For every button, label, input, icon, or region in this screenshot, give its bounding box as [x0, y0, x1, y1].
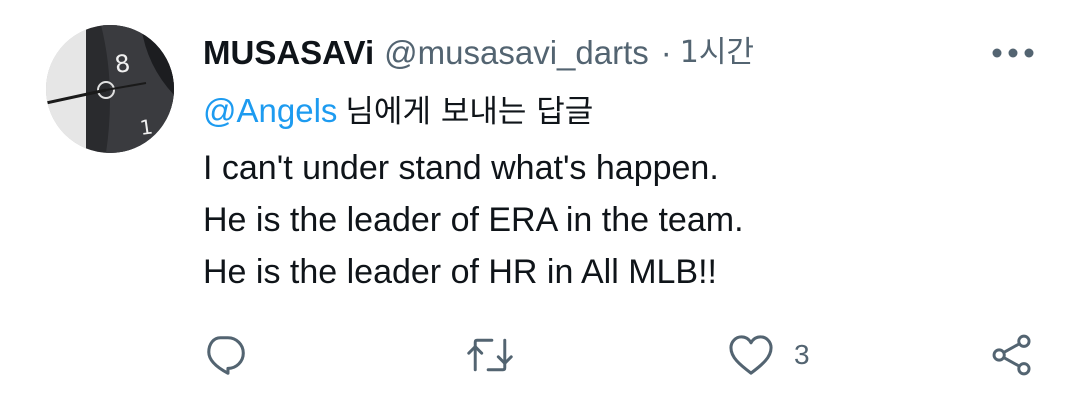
header-separator: · — [660, 34, 672, 71]
tweet-text-line: He is the leader of ERA in the team. — [203, 201, 744, 239]
like-count: 3 — [794, 339, 810, 370]
tweet-text-line: I can't under stand what's happen. — [203, 149, 719, 187]
reply-icon — [207, 336, 245, 375]
share-icon — [992, 334, 1031, 376]
tweet-text-line: He is the leader of HR in All MLB!! — [203, 253, 718, 291]
replying-to: @Angels 님에게 보내는 답글 — [203, 87, 593, 135]
reply-mention-link[interactable]: @Angels — [203, 92, 337, 129]
more-options-icon — [992, 48, 1034, 58]
retweet-button[interactable] — [466, 330, 534, 380]
reply-to-label: 님에게 보내는 답글 — [345, 94, 594, 130]
tweet-action-bar: 3 — [0, 330, 1066, 380]
tweet-timestamp[interactable]: 1시간 — [680, 29, 754, 77]
avatar[interactable]: 8 1 — [46, 25, 174, 153]
more-options-button[interactable] — [990, 36, 1036, 70]
dartboard-avatar-icon: 8 1 — [46, 25, 174, 153]
reply-button[interactable] — [204, 330, 250, 380]
tweet[interactable]: 8 1 MUSASAVi @musasavi_darts · 1시간 @Ange… — [0, 0, 1066, 407]
tweet-header: MUSASAVi @musasavi_darts · 1시간 — [203, 29, 754, 77]
heart-icon — [729, 335, 773, 375]
retweet-icon — [467, 338, 513, 372]
tweet-text: I can't under stand what's happen. He is… — [203, 142, 1023, 298]
author-display-name[interactable]: MUSASAVi — [203, 29, 374, 77]
author-handle[interactable]: @musasavi_darts — [384, 29, 649, 77]
like-button[interactable]: 3 — [728, 330, 810, 380]
share-button[interactable] — [990, 330, 1034, 380]
